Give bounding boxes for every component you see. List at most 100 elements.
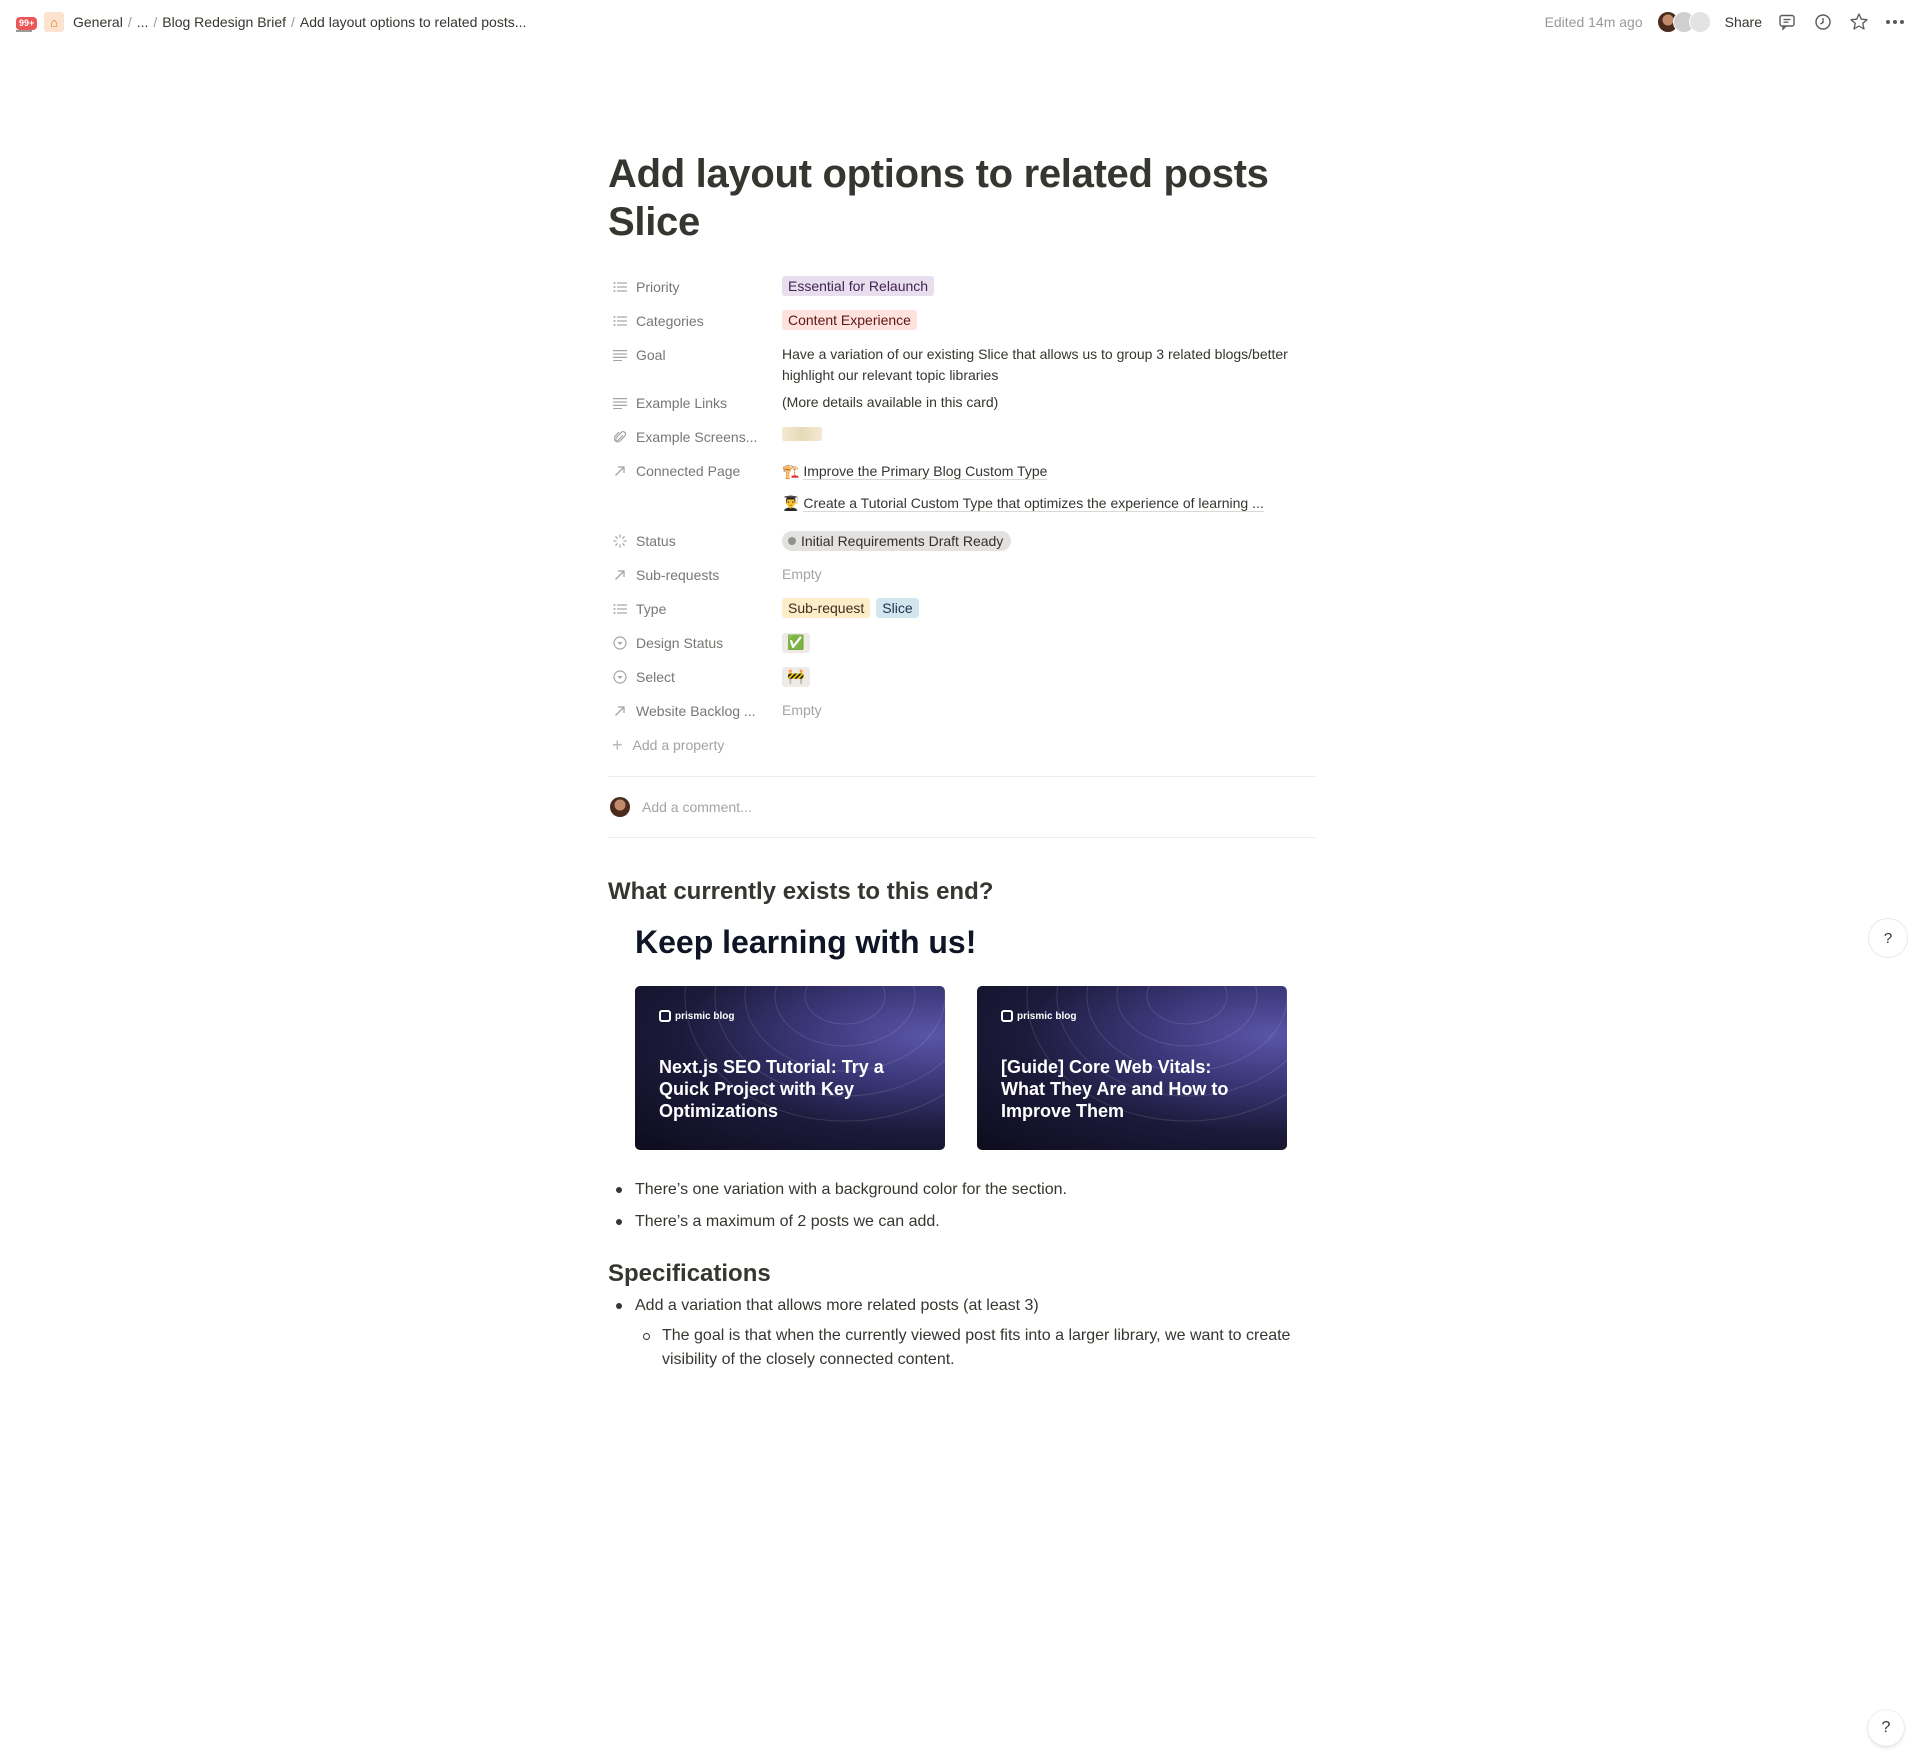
connected-page-link[interactable]: 🏗️ Improve the Primary Blog Custom Type — [782, 460, 1316, 482]
property-value[interactable]: Sub-request Slice — [782, 598, 1316, 619]
prismic-logo: prismic blog — [659, 1010, 734, 1022]
connected-page-title: Create a Tutorial Custom Type that optim… — [803, 495, 1264, 512]
empty-value[interactable]: Empty — [782, 564, 1316, 585]
type-tag[interactable]: Sub-request — [782, 598, 871, 618]
priority-tag[interactable]: Essential for Relaunch — [782, 276, 935, 296]
property-value[interactable]: 🚧 — [782, 666, 1316, 687]
category-tag[interactable]: Content Experience — [782, 310, 917, 330]
list-item[interactable]: There’s a maximum of 2 posts we can add. — [608, 1210, 1316, 1234]
property-connected-page[interactable]: Connected Page 🏗️ Improve the Primary Bl… — [608, 454, 1316, 524]
property-value[interactable]: Initial Requirements Draft Ready — [782, 530, 1316, 551]
breadcrumb-separator: / — [127, 14, 132, 30]
prismic-logo-icon — [659, 1010, 671, 1022]
page-emoji-icon: 👨‍🎓 — [782, 495, 800, 511]
property-value[interactable]: ✅ — [782, 632, 1316, 653]
property-status[interactable]: Status Initial Requirements Draft Ready — [608, 524, 1316, 558]
blog-card: prismic blog Next.js SEO Tutorial: Try a… — [635, 986, 945, 1150]
logo-text: prismic blog — [675, 1010, 735, 1022]
topbar: 99+ ⌂ General / ... / Blog Redesign Brie… — [0, 0, 1920, 44]
breadcrumb-current-page[interactable]: Add layout options to related posts... — [297, 12, 529, 32]
prismic-logo: prismic blog — [1001, 1010, 1076, 1022]
property-label-text: Sub-requests — [636, 567, 720, 583]
property-label-text: Priority — [636, 279, 680, 295]
related-posts-screenshot[interactable]: Keep learning with us! prismic blog Next… — [635, 922, 1287, 1150]
add-property-button[interactable]: + Add a property — [608, 728, 1316, 762]
check-mark-icon[interactable]: ✅ — [782, 632, 810, 653]
list-item-text: Add a variation that allows more related… — [635, 1297, 1039, 1314]
property-categories[interactable]: Categories Content Experience — [608, 304, 1316, 338]
page-title[interactable]: Add layout options to related posts Slic… — [608, 150, 1316, 246]
property-label: Select — [608, 666, 782, 688]
breadcrumb-ellipsis[interactable]: ... — [134, 12, 152, 32]
property-label-text: Categories — [636, 313, 704, 329]
property-goal[interactable]: Goal Have a variation of our existing Sl… — [608, 338, 1316, 386]
properties-list: Priority Essential for Relaunch Categori… — [608, 270, 1316, 762]
topbar-actions: Edited 14m ago Share — [1545, 11, 1906, 33]
example-links-text[interactable]: (More details available in this card) — [782, 392, 1316, 413]
property-label-text: Example Screens... — [636, 429, 758, 445]
construction-icon[interactable]: 🚧 — [782, 666, 810, 687]
property-label-text: Website Backlog ... — [636, 703, 756, 719]
current-state-list: There’s one variation with a background … — [608, 1178, 1316, 1234]
blog-card: prismic blog [Guide] Core Web Vitals: Wh… — [977, 986, 1287, 1150]
property-label: Categories — [608, 310, 782, 332]
property-type[interactable]: Type Sub-request Slice — [608, 592, 1316, 626]
status-dot-icon — [788, 537, 796, 545]
page-content: Add layout options to related posts Slic… — [608, 150, 1316, 1380]
comment-icon[interactable] — [1776, 11, 1798, 33]
empty-value[interactable]: Empty — [782, 700, 1316, 721]
list-item[interactable]: Add a variation that allows more related… — [608, 1294, 1316, 1372]
property-label-text: Design Status — [636, 635, 724, 651]
help-button-side[interactable]: ? — [1868, 918, 1908, 958]
collaborator-avatars[interactable] — [1656, 11, 1711, 33]
help-button[interactable]: ? — [1868, 1710, 1904, 1746]
property-select[interactable]: Select 🚧 — [608, 660, 1316, 694]
history-clock-icon[interactable] — [1812, 11, 1834, 33]
screenshot-thumbnail[interactable] — [782, 427, 822, 441]
select-icon — [612, 635, 628, 651]
favorite-star-icon[interactable] — [1848, 11, 1870, 33]
blog-card-title: [Guide] Core Web Vitals: What They Are a… — [1001, 1057, 1229, 1121]
property-example-screenshots[interactable]: Example Screens... — [608, 420, 1316, 454]
relation-arrow-icon — [612, 567, 628, 583]
property-value: 🏗️ Improve the Primary Blog Custom Type … — [782, 460, 1316, 524]
sidebar-menu-button[interactable]: 99+ — [14, 8, 42, 36]
property-design-status[interactable]: Design Status ✅ — [608, 626, 1316, 660]
property-priority[interactable]: Priority Essential for Relaunch — [608, 270, 1316, 304]
nested-list-item[interactable]: The goal is that when the currently view… — [635, 1324, 1316, 1372]
type-tag[interactable]: Slice — [876, 598, 919, 618]
comment-bar — [608, 777, 1316, 837]
nested-list: The goal is that when the currently view… — [635, 1324, 1316, 1372]
heading-what-currently-exists[interactable]: What currently exists to this end? — [608, 876, 1316, 908]
connected-page-link[interactable]: 👨‍🎓 Create a Tutorial Custom Type that o… — [782, 492, 1316, 514]
heading-specifications[interactable]: Specifications — [608, 1258, 1316, 1290]
property-label: Status — [608, 530, 782, 552]
property-label: Connected Page — [608, 460, 782, 482]
list-icon — [612, 279, 628, 295]
property-example-links[interactable]: Example Links (More details available in… — [608, 386, 1316, 420]
property-value[interactable]: Content Experience — [782, 310, 1316, 331]
property-website-backlog[interactable]: Website Backlog ... Empty — [608, 694, 1316, 728]
property-label: Sub-requests — [608, 564, 782, 586]
paperclip-icon — [612, 429, 628, 445]
relation-arrow-icon — [612, 463, 628, 479]
breadcrumb: ⌂ General / ... / Blog Redesign Brief / … — [44, 12, 529, 32]
property-value[interactable] — [782, 426, 1316, 447]
avatar — [610, 797, 630, 817]
property-label-text: Select — [636, 669, 675, 685]
breadcrumb-general[interactable]: General — [70, 12, 126, 32]
more-ellipsis-icon[interactable] — [1884, 11, 1906, 33]
breadcrumb-blog-redesign-brief[interactable]: Blog Redesign Brief — [159, 12, 289, 32]
property-value[interactable]: Essential for Relaunch — [782, 276, 1316, 297]
status-badge[interactable]: Initial Requirements Draft Ready — [782, 531, 1012, 551]
embed-title: Keep learning with us! — [635, 924, 977, 960]
property-sub-requests[interactable]: Sub-requests Empty — [608, 558, 1316, 592]
goal-text[interactable]: Have a variation of our existing Slice t… — [782, 344, 1316, 386]
share-button[interactable]: Share — [1725, 14, 1762, 30]
text-icon — [612, 395, 628, 411]
edited-timestamp: Edited 14m ago — [1544, 14, 1643, 30]
comment-input[interactable] — [642, 799, 1242, 815]
property-label: Example Screens... — [608, 426, 782, 448]
list-item[interactable]: There’s one variation with a background … — [608, 1178, 1316, 1202]
home-icon: ⌂ — [44, 12, 64, 32]
